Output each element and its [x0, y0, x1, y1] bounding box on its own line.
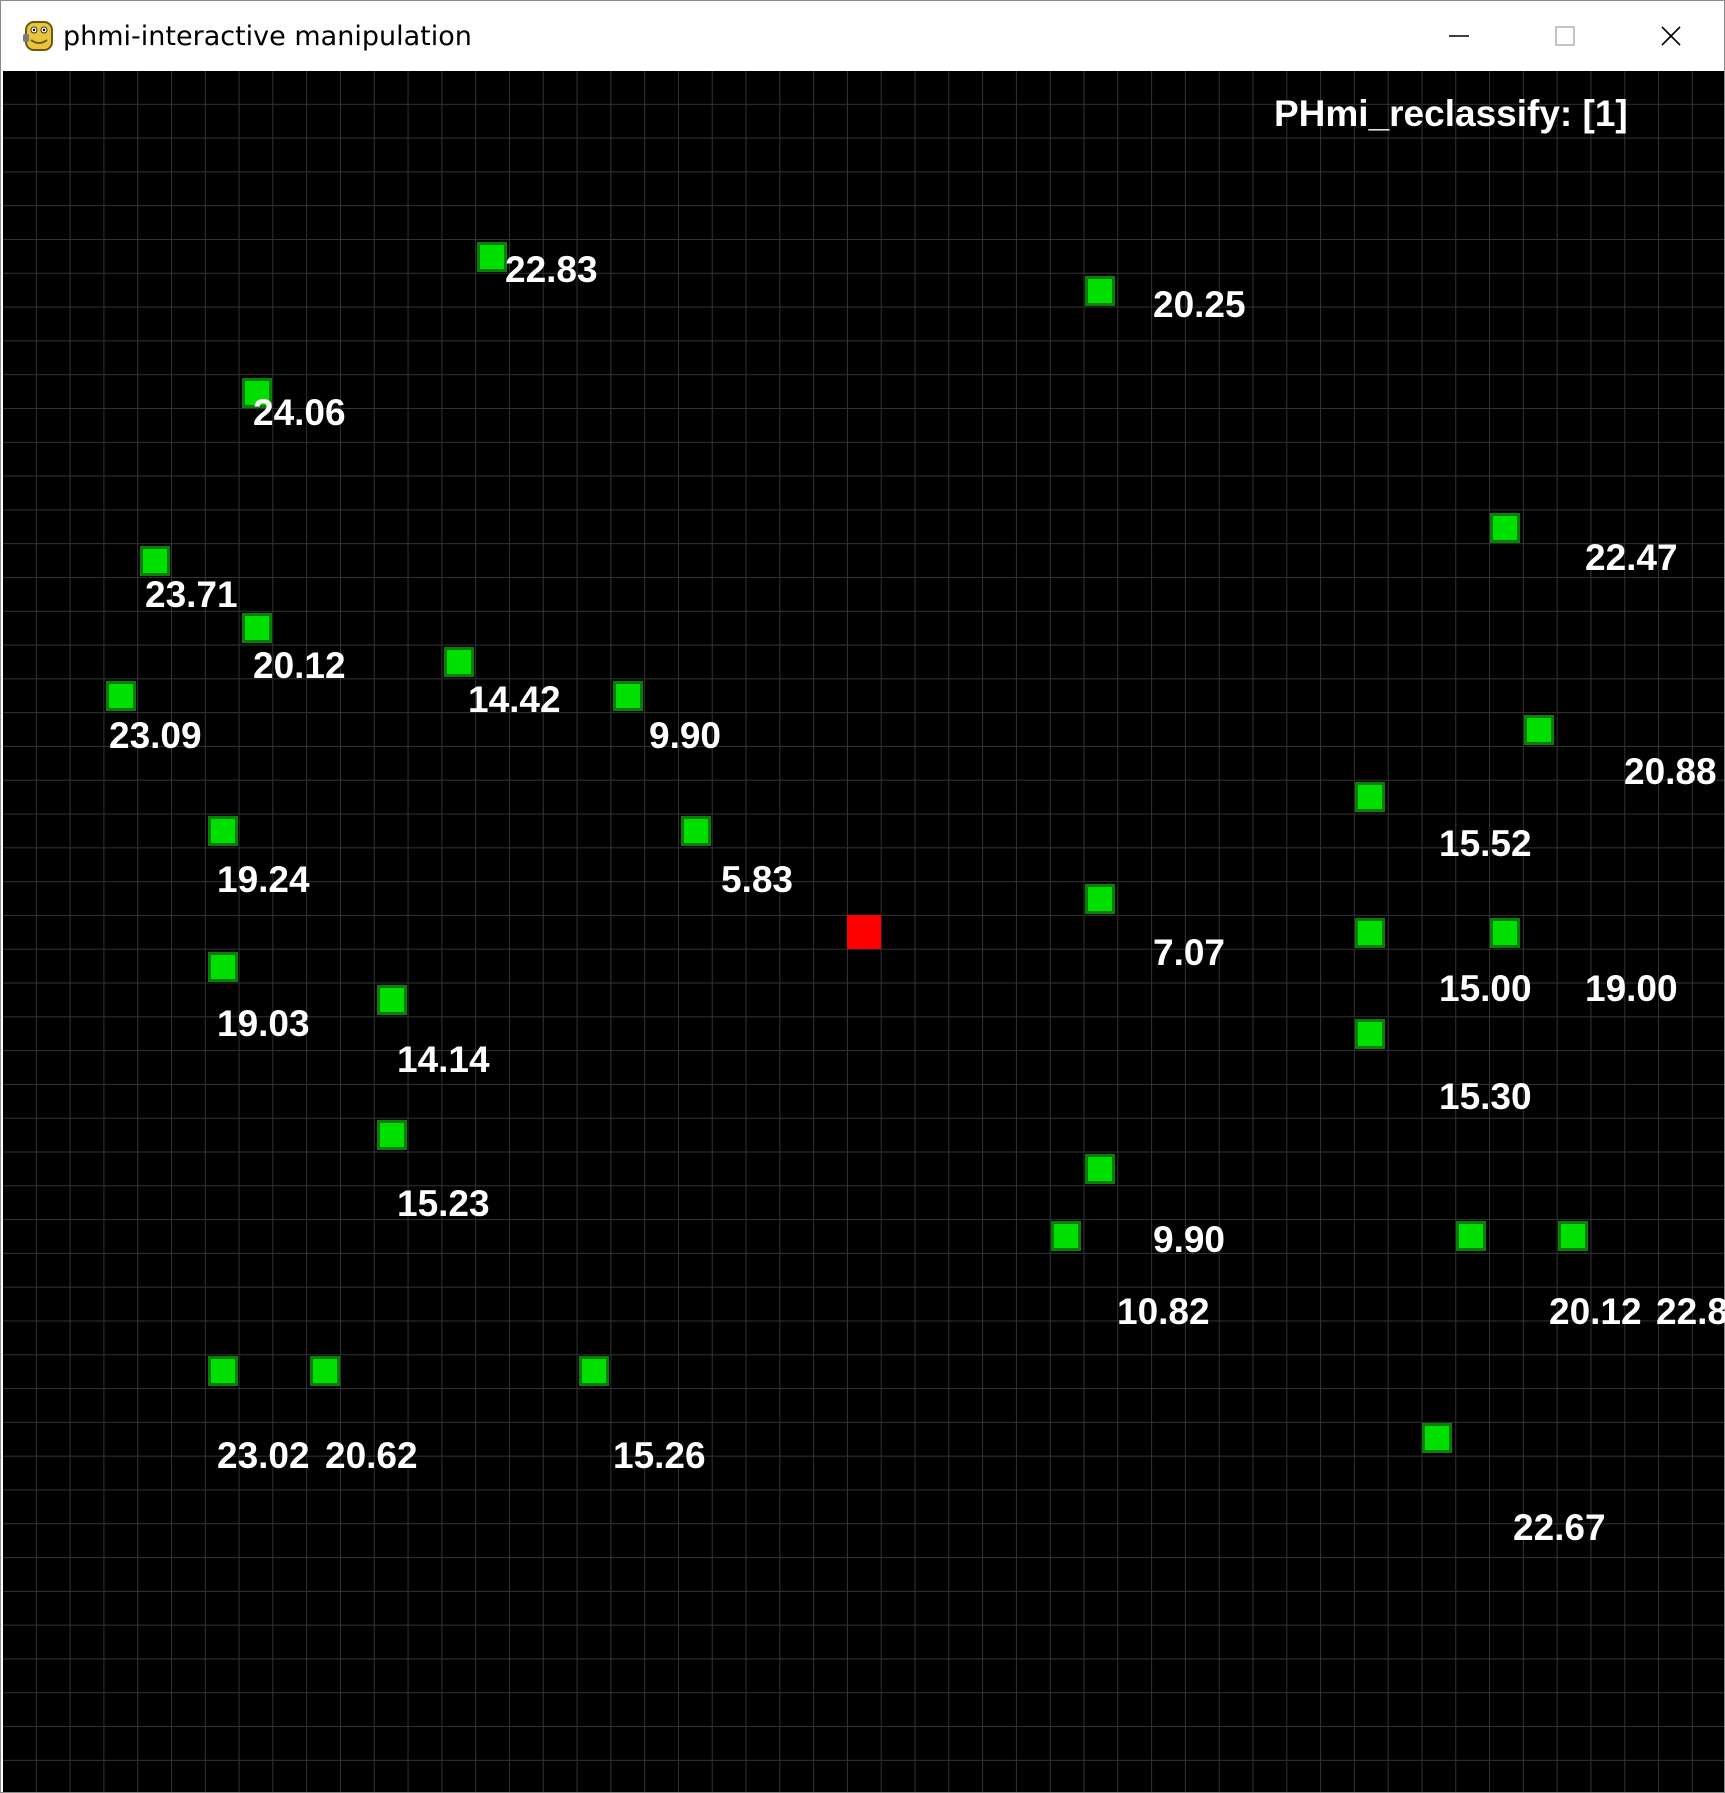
node-marker[interactable]: [444, 647, 474, 677]
node-value: 19.00: [1585, 968, 1678, 1009]
node-value: 15.30: [1439, 1076, 1532, 1117]
node-value: 19.03: [217, 1003, 310, 1044]
node-value: 9.90: [1153, 1219, 1226, 1260]
node-marker[interactable]: [1490, 918, 1520, 948]
node-marker[interactable]: [681, 816, 711, 846]
node-marker[interactable]: [208, 952, 238, 982]
node-marker[interactable]: [1355, 782, 1385, 812]
node-value: 9.90: [649, 715, 722, 756]
node-value: 23.09: [109, 715, 202, 756]
node-marker[interactable]: [477, 242, 507, 272]
node-marker[interactable]: [579, 1356, 609, 1386]
node-marker[interactable]: [1085, 884, 1115, 914]
node-value: 15.23: [397, 1183, 490, 1224]
node-marker[interactable]: [1085, 276, 1115, 306]
minimize-icon: [1449, 35, 1469, 37]
window-title: phmi-interactive manipulation: [63, 21, 472, 52]
node-value: 20.12: [1549, 1291, 1642, 1332]
node-value: 20.12: [253, 645, 346, 686]
node-value: 20.88: [1624, 751, 1717, 792]
node-marker[interactable]: [1355, 1019, 1385, 1049]
node-marker[interactable]: [377, 985, 407, 1015]
maximize-icon: [1555, 26, 1575, 46]
node-value: 15.00: [1439, 968, 1532, 1009]
node-marker[interactable]: [1456, 1221, 1486, 1251]
node-marker[interactable]: [140, 546, 170, 576]
node-marker[interactable]: [1524, 715, 1554, 745]
selected-node-marker[interactable]: [847, 915, 881, 949]
node-value: 10.82: [1117, 1291, 1210, 1332]
maximize-button[interactable]: [1513, 1, 1617, 71]
minimize-button[interactable]: [1407, 1, 1511, 71]
node-value: 19.24: [217, 859, 310, 900]
node-value: 24.06: [253, 392, 346, 433]
node-value: 22.8: [1656, 1291, 1725, 1332]
node-marker[interactable]: [1085, 1154, 1115, 1184]
node-value: 22.83: [505, 249, 598, 290]
node-marker[interactable]: [613, 681, 643, 711]
node-value: 15.52: [1439, 823, 1532, 864]
node-marker[interactable]: [1558, 1221, 1588, 1251]
node-marker[interactable]: [208, 816, 238, 846]
node-value: 14.14: [397, 1039, 490, 1080]
node-marker[interactable]: [106, 681, 136, 711]
node-value: 22.47: [1585, 537, 1678, 578]
close-icon: [1661, 26, 1681, 46]
node-value: 22.67: [1513, 1507, 1606, 1548]
python-snake-icon: [23, 21, 53, 51]
node-marker[interactable]: [1490, 513, 1520, 543]
close-button[interactable]: [1619, 1, 1723, 71]
app-window: phmi-interactive manipulation PHmi_recla…: [0, 0, 1725, 1793]
node-value: 20.62: [325, 1435, 418, 1476]
node-value: 15.26: [613, 1435, 706, 1476]
node-value: 20.25: [1153, 284, 1246, 325]
node-marker[interactable]: [208, 1356, 238, 1386]
node-marker[interactable]: [242, 613, 272, 643]
node-marker[interactable]: [1051, 1221, 1081, 1251]
mode-label: PHmi_reclassify: [1]: [1274, 93, 1628, 134]
node-marker[interactable]: [310, 1356, 340, 1386]
node-value: 14.42: [468, 679, 561, 720]
node-value: 23.71: [145, 574, 238, 615]
node-value: 23.02: [217, 1435, 310, 1476]
node-value: 5.83: [721, 859, 794, 900]
node-marker[interactable]: [1355, 918, 1385, 948]
node-marker[interactable]: [377, 1120, 407, 1150]
node-value: 7.07: [1153, 932, 1226, 973]
node-marker[interactable]: [1422, 1423, 1452, 1453]
title-bar[interactable]: phmi-interactive manipulation: [1, 1, 1724, 71]
